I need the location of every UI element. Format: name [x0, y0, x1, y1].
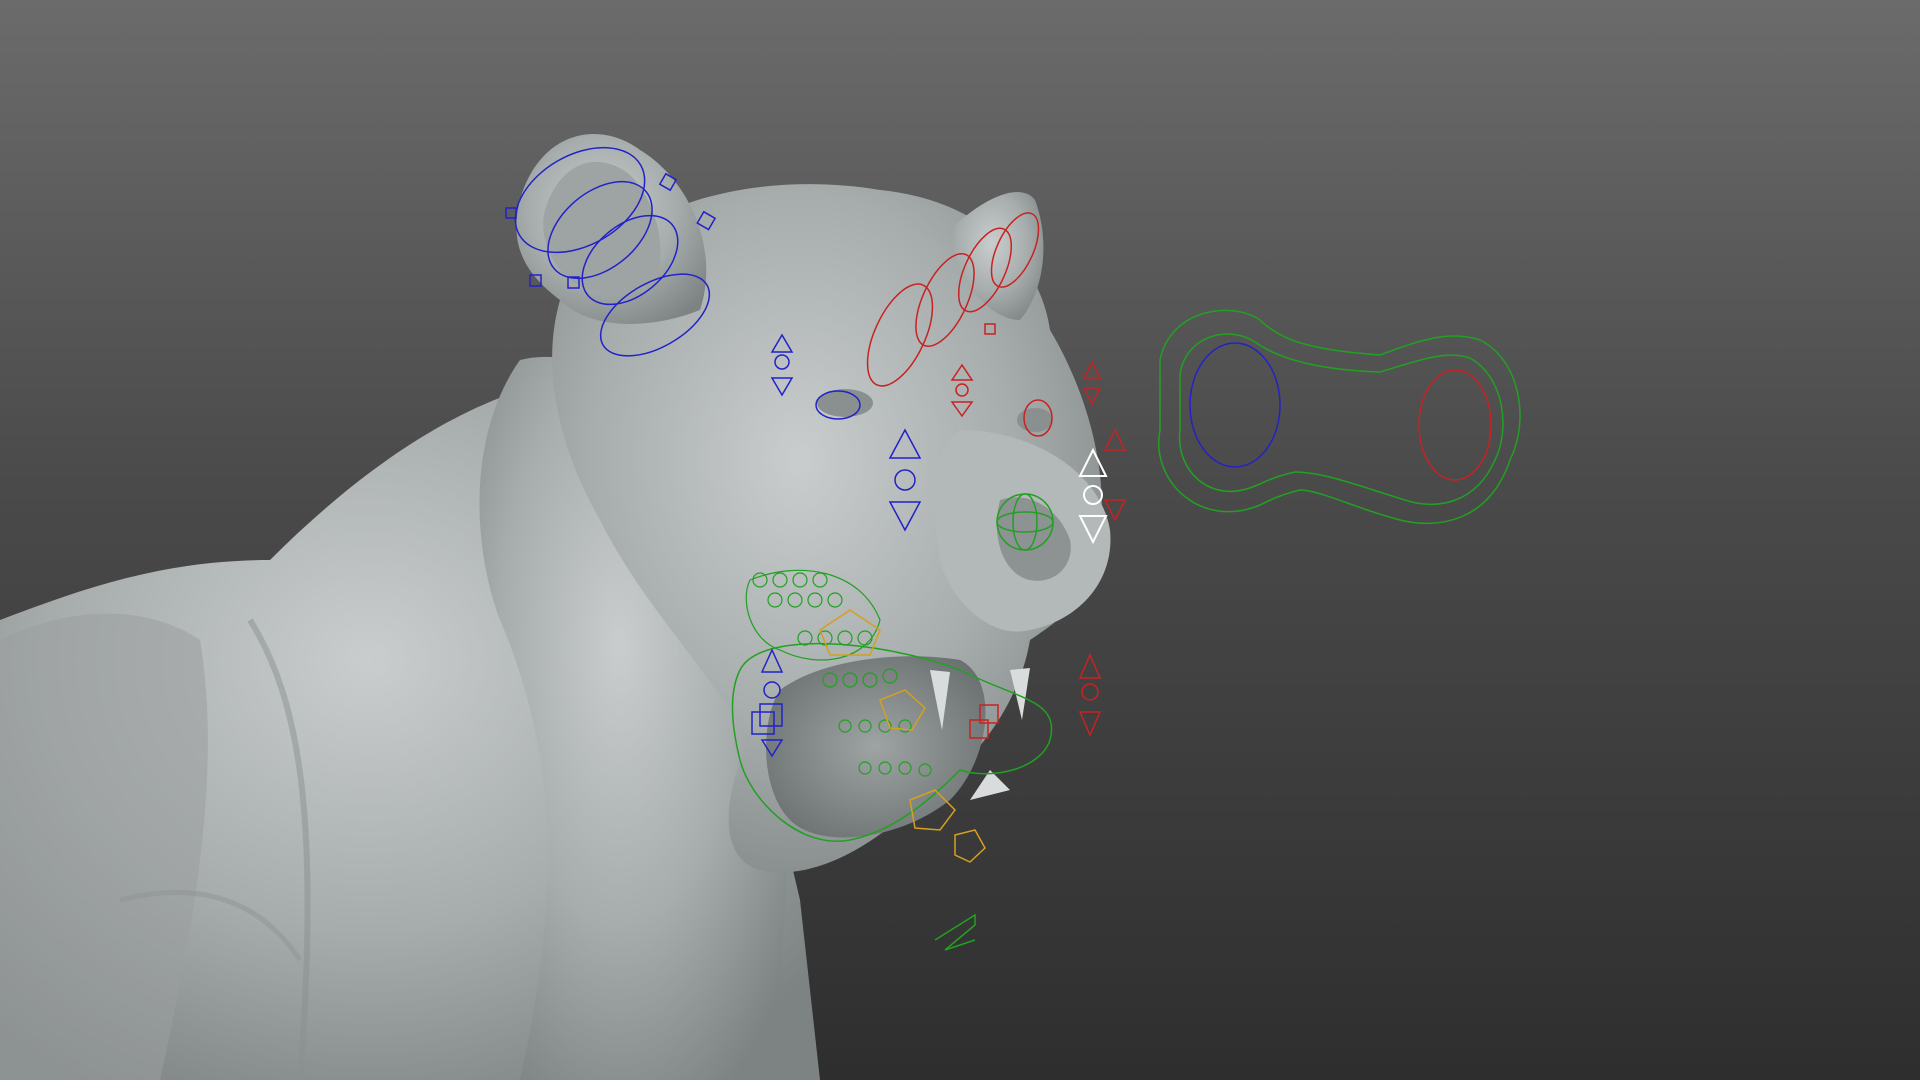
- chin-control-icon[interactable]: [934, 913, 976, 951]
- 3d-viewport[interactable]: [0, 0, 1920, 1080]
- lioness-ear-left: [516, 134, 707, 324]
- gaze-control-icon[interactable]: [1158, 309, 1521, 525]
- scene-canvas[interactable]: [0, 0, 1920, 1080]
